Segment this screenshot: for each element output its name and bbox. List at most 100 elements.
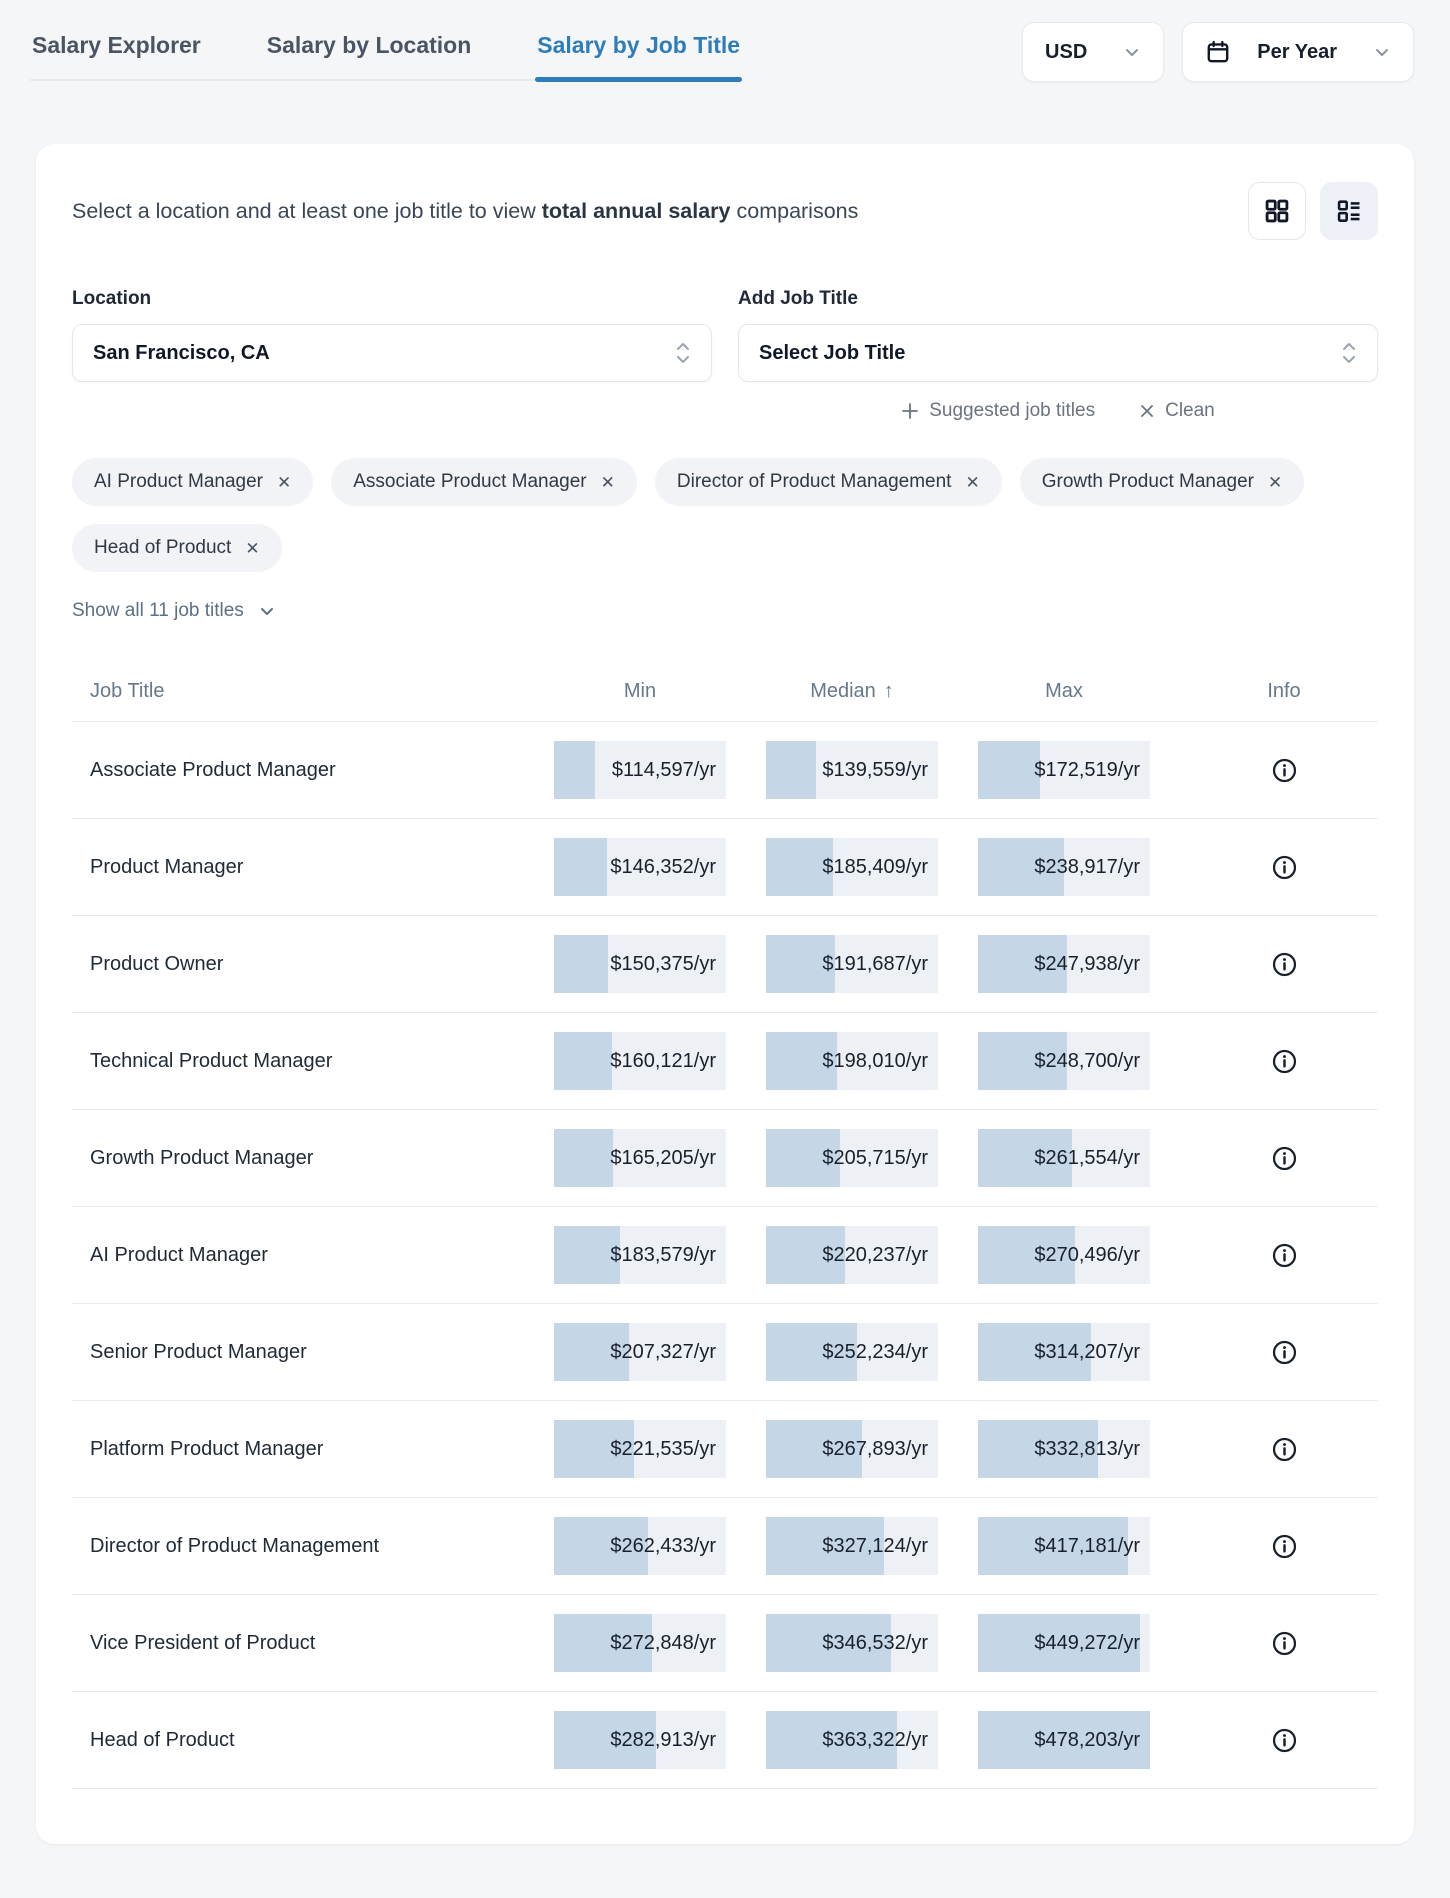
chip-remove-icon[interactable]: ✕ (601, 474, 615, 491)
view-toggle-group (1248, 182, 1378, 240)
list-view-icon (1335, 197, 1363, 225)
table-row: Platform Product Manager $221,535/yr $26… (72, 1401, 1378, 1498)
row-title: Vice President of Product (90, 1631, 316, 1654)
info-button[interactable] (1269, 1628, 1299, 1658)
median-value: $267,893/yr (822, 1437, 928, 1460)
chip-remove-icon[interactable]: ✕ (965, 474, 979, 491)
table-row: AI Product Manager $183,579/yr $220,237/… (72, 1207, 1378, 1304)
info-button[interactable] (1269, 852, 1299, 882)
tab-salary-by-job-title[interactable]: Salary by Job Title (535, 22, 742, 82)
table-row: Associate Product Manager $114,597/yr $1… (72, 722, 1378, 819)
clean-link[interactable]: Clean (1139, 400, 1215, 422)
list-view-button[interactable] (1320, 182, 1378, 240)
table-row: Head of Product $282,913/yr $363,322/yr … (72, 1692, 1378, 1789)
median-value: $185,409/yr (822, 855, 928, 878)
table-row: Director of Product Management $262,433/… (72, 1498, 1378, 1595)
min-cell: $272,848/yr (554, 1614, 726, 1672)
max-value: $238,917/yr (1034, 855, 1140, 878)
min-cell: $114,597/yr (554, 741, 726, 799)
max-cell: $314,207/yr (978, 1323, 1150, 1381)
select-chevrons-icon (1341, 340, 1357, 366)
row-title: Product Manager (90, 855, 244, 878)
info-button[interactable] (1269, 1337, 1299, 1367)
location-label: Location (72, 288, 152, 309)
min-cell: $282,913/yr (554, 1711, 726, 1769)
info-button[interactable] (1269, 1725, 1299, 1755)
max-bar (978, 741, 1041, 799)
row-title: Head of Product (90, 1728, 235, 1751)
tab-salary-by-location[interactable]: Salary by Location (265, 22, 474, 79)
max-value: $332,813/yr (1034, 1437, 1140, 1460)
chip-remove-icon[interactable]: ✕ (277, 474, 291, 491)
info-button[interactable] (1269, 949, 1299, 979)
median-cell: $346,532/yr (766, 1614, 938, 1672)
min-bar (554, 1032, 612, 1090)
job-title-chip[interactable]: Associate Product Manager ✕ (331, 458, 637, 506)
intro-text: Select a location and at least one job t… (72, 198, 859, 223)
info-button[interactable] (1269, 755, 1299, 785)
chip-label: Associate Product Manager (353, 471, 587, 492)
job-title-chip[interactable]: Growth Product Manager ✕ (1019, 458, 1305, 506)
info-button[interactable] (1269, 1240, 1299, 1270)
min-value: $272,848/yr (610, 1631, 716, 1654)
row-title: Product Owner (90, 952, 224, 975)
median-value: $363,322/yr (822, 1728, 928, 1751)
tab-bar: Salary Explorer Salary by Location Salar… (30, 22, 743, 82)
min-cell: $165,205/yr (554, 1129, 726, 1187)
median-cell: $185,409/yr (766, 838, 938, 896)
calendar-icon (1205, 39, 1231, 65)
row-title: AI Product Manager (90, 1243, 268, 1266)
max-cell: $478,203/yr (978, 1711, 1150, 1769)
grid-view-button[interactable] (1248, 182, 1306, 240)
median-value: $198,010/yr (822, 1049, 928, 1072)
median-cell: $198,010/yr (766, 1032, 938, 1090)
table-header: Job Title Min Median ↑ Max Info (72, 668, 1378, 722)
column-header-min[interactable]: Min (554, 680, 726, 703)
period-value: Per Year (1257, 40, 1337, 63)
plus-icon (901, 402, 919, 420)
column-header-info: Info (1267, 680, 1301, 702)
grid-view-icon (1263, 197, 1291, 225)
tab-salary-explorer[interactable]: Salary Explorer (30, 22, 203, 79)
column-header-median[interactable]: Median ↑ (766, 680, 938, 703)
column-header-max[interactable]: Max (978, 680, 1150, 703)
chevron-down-icon (1373, 43, 1391, 61)
info-button[interactable] (1269, 1046, 1299, 1076)
chip-label: Director of Product Management (676, 471, 952, 492)
show-all-job-titles-link[interactable]: Show all 11 job titles (72, 600, 276, 622)
currency-dropdown[interactable]: USD (1022, 22, 1165, 82)
job-title-chip[interactable]: AI Product Manager ✕ (72, 458, 314, 506)
job-title-select[interactable]: Select Job Title (738, 324, 1378, 382)
max-value: $478,203/yr (1034, 1728, 1140, 1751)
info-button[interactable] (1269, 1434, 1299, 1464)
period-dropdown[interactable]: Per Year (1182, 22, 1414, 82)
chip-remove-icon[interactable]: ✕ (245, 540, 259, 557)
min-value: $114,597/yr (611, 758, 716, 781)
info-button[interactable] (1269, 1531, 1299, 1561)
location-field: Location San Francisco, CA (72, 288, 712, 382)
top-bar: Salary Explorer Salary by Location Salar… (0, 0, 1450, 82)
chip-label: Growth Product Manager (1041, 471, 1254, 492)
median-cell: $363,322/yr (766, 1711, 938, 1769)
job-title-chip[interactable]: Head of Product ✕ (72, 524, 282, 572)
job-title-chip[interactable]: Director of Product Management ✕ (654, 458, 1002, 506)
max-value: $248,700/yr (1034, 1049, 1140, 1072)
median-cell: $267,893/yr (766, 1420, 938, 1478)
location-value: San Francisco, CA (93, 341, 270, 364)
row-title: Director of Product Management (90, 1534, 380, 1557)
median-cell: $327,124/yr (766, 1517, 938, 1575)
close-icon (1139, 403, 1155, 419)
max-value: $270,496/yr (1034, 1243, 1140, 1266)
sort-ascending-icon: ↑ (883, 680, 894, 702)
info-button[interactable] (1269, 1143, 1299, 1173)
max-cell: $270,496/yr (978, 1226, 1150, 1284)
max-cell: $172,519/yr (978, 741, 1150, 799)
min-value: $221,535/yr (610, 1437, 716, 1460)
min-value: $282,913/yr (610, 1728, 716, 1751)
max-value: $449,272/yr (1034, 1631, 1140, 1654)
median-cell: $139,559/yr (766, 741, 938, 799)
suggested-job-titles-link[interactable]: Suggested job titles (901, 400, 1095, 422)
location-select[interactable]: San Francisco, CA (72, 324, 712, 382)
chip-remove-icon[interactable]: ✕ (1268, 474, 1282, 491)
row-title: Senior Product Manager (90, 1340, 307, 1363)
